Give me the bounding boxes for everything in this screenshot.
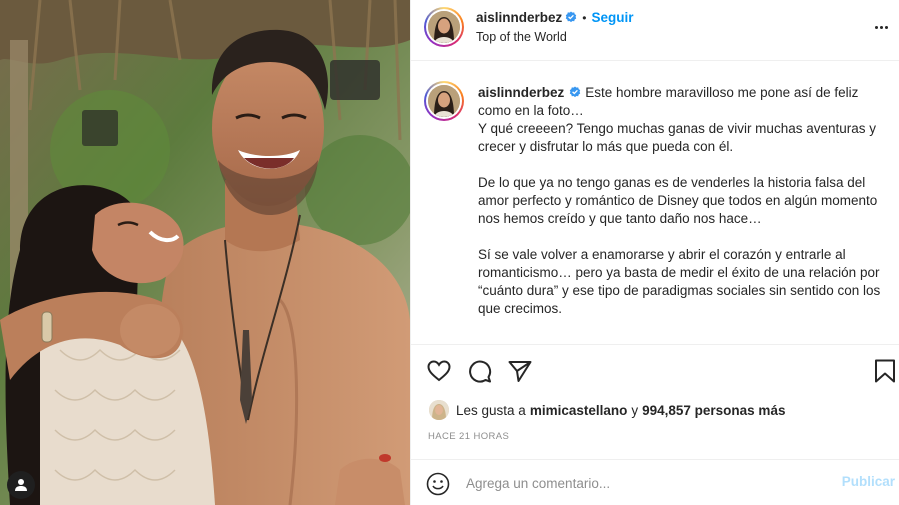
caption-username-link[interactable]: aislinnderbez (478, 85, 564, 100)
liker-username-link[interactable]: mimicastellano (530, 403, 628, 418)
heart-icon[interactable] (426, 358, 452, 384)
location-link[interactable]: Top of the World (476, 30, 567, 44)
caption-paragraph: aislinnderbez Este hombre maravilloso me … (478, 84, 894, 156)
comment-icon[interactable] (467, 358, 493, 384)
post-photo[interactable] (0, 0, 410, 505)
post-timestamp[interactable]: HACE 21 HORAS (428, 431, 509, 442)
caption-avatar[interactable] (424, 81, 464, 121)
likes-count-link[interactable]: 994,857 personas más (642, 403, 785, 418)
verified-badge-icon (570, 86, 581, 98)
more-options-icon[interactable] (872, 18, 890, 36)
caption-text: aislinnderbez Este hombre maravilloso me … (478, 84, 894, 336)
avatar[interactable] (424, 7, 464, 47)
header-title-line: aislinnderbez • Seguir (476, 10, 634, 25)
photo-image (0, 0, 410, 505)
post-side-panel: aislinnderbez • Seguir Top of the World ai… (410, 0, 899, 505)
comment-bar: Publicar (411, 459, 899, 505)
smiley-icon[interactable] (426, 472, 450, 496)
bookmark-icon[interactable] (872, 358, 898, 384)
separator-dot: • (582, 11, 587, 25)
caption-area: aislinnderbez Este hombre maravilloso me … (411, 62, 899, 344)
likes-prefix: Les gusta a (456, 402, 526, 418)
likes-summary: Les gusta a mimicastellano y 994,857 per… (429, 398, 789, 422)
username-link[interactable]: aislinnderbez (476, 10, 562, 25)
post-header: aislinnderbez • Seguir Top of the World (411, 0, 899, 61)
action-bar (411, 344, 899, 394)
verified-badge-icon (566, 11, 577, 23)
caption-paragraph-2: De lo que ya no tengo ganas es de vender… (478, 175, 878, 226)
user-tag-icon[interactable] (7, 471, 35, 499)
likes-connector: y (631, 402, 639, 418)
publish-button[interactable]: Publicar (842, 474, 895, 489)
liker-avatar[interactable] (429, 400, 449, 420)
paper-plane-icon[interactable] (507, 358, 533, 384)
follow-button[interactable]: Seguir (591, 10, 633, 25)
caption-paragraph-3: Sí se vale volver a enamorarse y abrir e… (478, 247, 881, 316)
comment-input[interactable] (466, 473, 826, 493)
